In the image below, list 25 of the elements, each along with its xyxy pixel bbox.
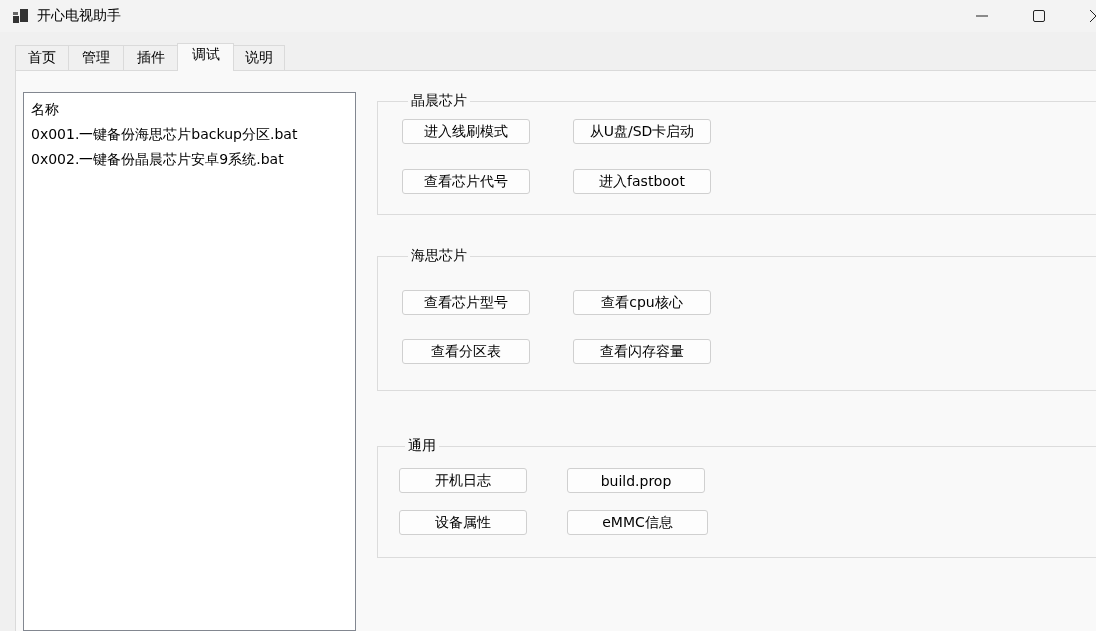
action-button[interactable]: 查看分区表 xyxy=(402,339,530,364)
action-button[interactable]: build.prop xyxy=(567,468,705,493)
action-button[interactable]: 查看芯片代号 xyxy=(402,169,530,194)
action-button[interactable]: 进入线刷模式 xyxy=(402,119,530,144)
action-button[interactable]: 设备属性 xyxy=(399,510,527,535)
action-button[interactable]: 开机日志 xyxy=(399,468,527,493)
tab[interactable]: 说明 xyxy=(233,45,285,70)
action-button[interactable]: eMMC信息 xyxy=(567,510,708,535)
list-item[interactable]: 0x001.一键备份海思芯片backup分区.bat xyxy=(31,122,348,147)
window-title: 开心电视助手 xyxy=(37,7,121,25)
action-button[interactable]: 从U盘/SD卡启动 xyxy=(573,119,711,144)
group-title: 晶晨芯片 xyxy=(410,92,468,110)
list-item[interactable]: 0x002.一键备份晶晨芯片安卓9系统.bat xyxy=(31,147,348,172)
close-icon[interactable] xyxy=(1090,10,1096,22)
maximize-icon[interactable] xyxy=(1033,10,1045,22)
group-title: 海思芯片 xyxy=(410,247,468,265)
tab[interactable]: 首页 xyxy=(15,45,69,70)
action-button[interactable]: 查看闪存容量 xyxy=(573,339,711,364)
tab[interactable]: 调试 xyxy=(177,43,234,71)
app-icon xyxy=(13,9,29,23)
column-header: 名称 xyxy=(31,100,60,119)
action-button[interactable]: 查看cpu核心 xyxy=(573,290,711,315)
action-button[interactable]: 查看芯片型号 xyxy=(402,290,530,315)
action-button[interactable]: 进入fastboot xyxy=(573,169,711,194)
group-title: 通用 xyxy=(407,437,437,455)
